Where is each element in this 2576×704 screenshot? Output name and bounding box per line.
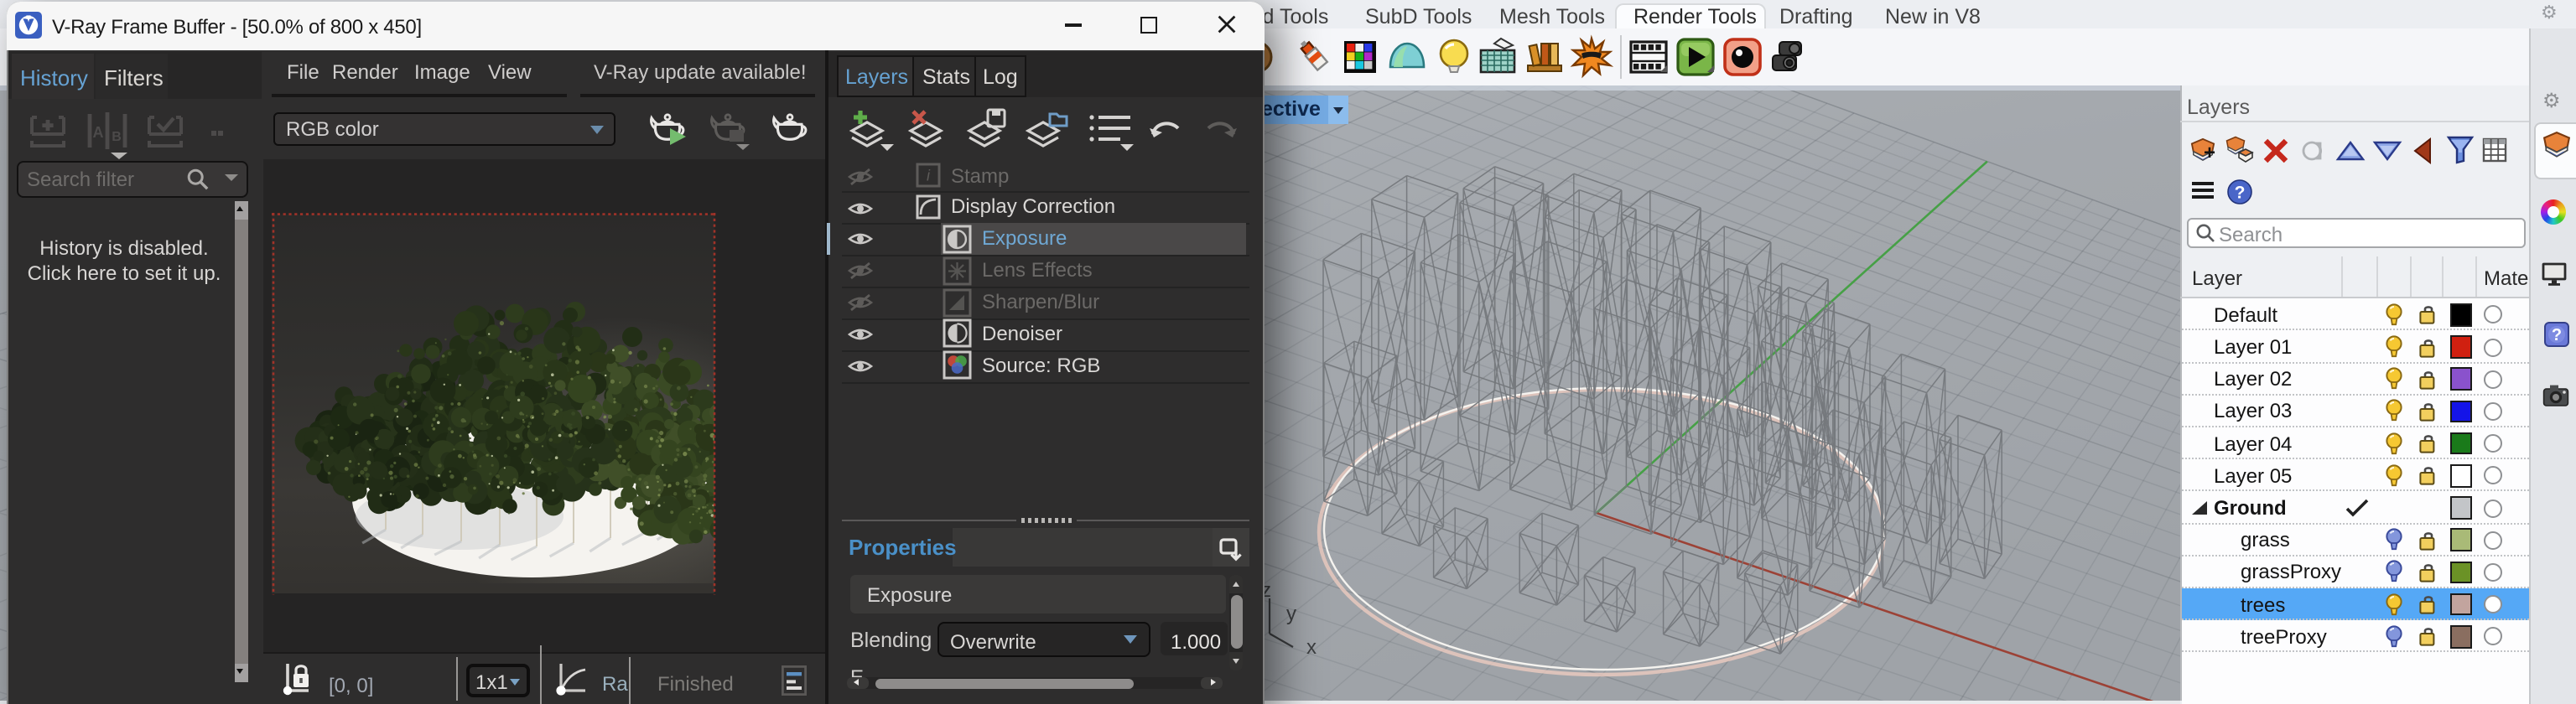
svg-text:B: B bbox=[112, 130, 122, 144]
svg-text:A: A bbox=[93, 124, 104, 141]
svg-text:?: ? bbox=[2552, 326, 2562, 344]
svg-text:?: ? bbox=[2235, 182, 2246, 201]
svg-text:i: i bbox=[927, 168, 931, 184]
